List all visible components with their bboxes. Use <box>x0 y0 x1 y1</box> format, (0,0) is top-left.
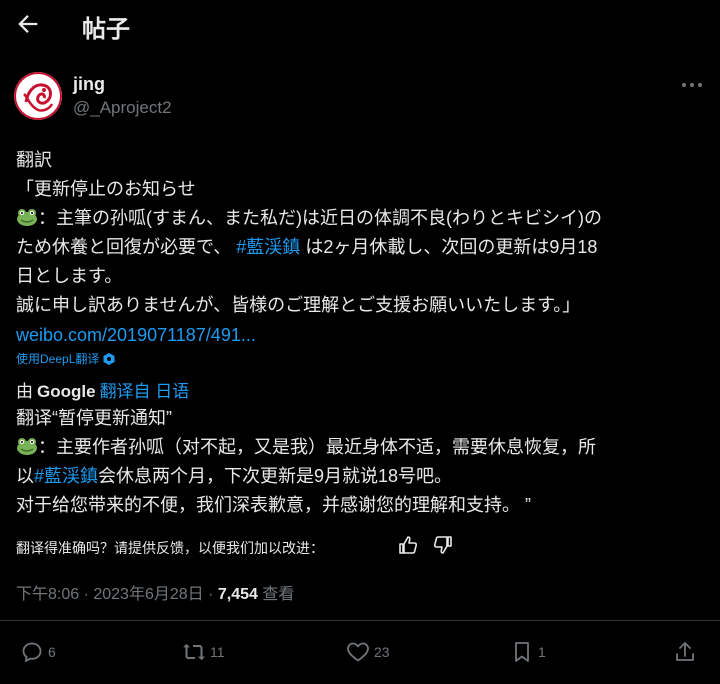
google-logo: Google <box>37 382 96 401</box>
view-count-label: 查看 <box>257 586 295 603</box>
author-name[interactable]: jing <box>73 74 105 95</box>
hashtag-link[interactable]: #藍渓鎮 <box>236 237 300 257</box>
deepl-icon <box>103 353 115 365</box>
post-line-text: ため休養と回復が必要で、 <box>16 237 232 257</box>
reply-icon <box>22 642 42 662</box>
repost-count: 11 <box>210 644 225 660</box>
translated-by-label: 由 <box>16 382 33 401</box>
like-button[interactable]: 23 <box>346 640 390 664</box>
translation-line-text: 以 <box>16 466 34 486</box>
reply-count: 6 <box>48 644 56 660</box>
post-line: 「更新停止のお知らせ <box>16 179 196 199</box>
post-metadata: 下午8:06 · 2023年6月28日 · 7,454 查看 <box>16 580 294 604</box>
post-line-text: ：主筆の孙呱(すまん、また私だ)は近日の体調不良(わりとキビシイ)の <box>38 208 602 228</box>
post-line: 誠に申し訳ありませんが、皆様のご理解とご支援お願いいたします。」 <box>16 295 581 315</box>
divider <box>0 620 720 621</box>
post-line: 日とします。 <box>16 266 123 286</box>
deepl-note-text: 使用DeepL翻译 <box>16 352 100 366</box>
bookmark-count: 1 <box>538 644 546 660</box>
thumbs-down-icon[interactable] <box>433 535 453 555</box>
post-line: ：主筆の孙呱(すまん、また私だ)は近日の体調不良(わりとキビシイ)の <box>16 204 706 233</box>
reply-button[interactable]: 6 <box>20 640 56 664</box>
hashtag-link[interactable]: #藍渓鎮 <box>34 466 98 486</box>
heart-icon <box>347 642 369 662</box>
post-line: ため休養と回復が必要で、 #藍渓鎮 は2ヶ月休載し、次回の更新は9月18 <box>16 233 706 262</box>
post-text: 翻訳 「更新停止のお知らせ ：主筆の孙呱(すまん、また私だ)は近日の体調不良(わ… <box>16 146 706 350</box>
share-icon <box>676 642 694 661</box>
translation-line-text: 会休息两个月，下次更新是9月就说18号吧。 <box>98 466 453 486</box>
repost-icon <box>183 643 205 661</box>
translation-bar: 由 Google 翻译自 日语 <box>16 377 189 402</box>
avatar-image <box>14 72 62 120</box>
translation-line: 翻译“暂停更新通知” <box>16 408 172 428</box>
like-count: 23 <box>374 644 390 660</box>
view-count: 7,454 <box>217 586 258 603</box>
post-timestamp[interactable]: 下午8:06 · 2023年6月28日 · <box>16 586 218 603</box>
more-options-icon[interactable] <box>680 80 704 90</box>
deepl-note[interactable]: 使用DeepL翻译 <box>16 350 116 367</box>
page-title: 帖子 <box>82 16 130 43</box>
post-line-text: は2ヶ月休載し、次回の更新は9月18 <box>305 237 598 257</box>
frog-emoji-icon <box>17 209 37 226</box>
thumbs-up-icon[interactable] <box>398 535 418 555</box>
translated-from-link[interactable]: 翻译自 日语 <box>100 382 190 401</box>
author-handle[interactable]: @_Aproject2 <box>73 98 172 118</box>
share-button[interactable] <box>673 640 697 664</box>
post-link[interactable]: weibo.com/2019071187/491... <box>16 321 706 350</box>
avatar[interactable] <box>14 72 62 120</box>
top-bar: 帖子 <box>0 0 720 52</box>
translation-line: 对于给您带来的不便，我们深表歉意，并感谢您的理解和支持。 ” <box>16 495 531 515</box>
translation-feedback-question: 翻译得准确吗？请提供反馈，以便我们加以改进： <box>16 540 324 556</box>
translation-line: 以#藍渓鎮会休息两个月，下次更新是9月就说18号吧。 <box>16 462 706 491</box>
bookmark-button[interactable]: 1 <box>510 640 546 664</box>
post-label: 翻訳 <box>16 150 52 170</box>
frog-emoji-icon <box>17 438 37 455</box>
translation-line: ：主要作者孙呱（对不起，又是我）最近身体不适，需要休息恢复，所 <box>16 433 706 462</box>
translation-text: 翻译“暂停更新通知” ：主要作者孙呱（对不起，又是我）最近身体不适，需要休息恢复… <box>16 404 706 520</box>
bookmark-icon <box>515 642 529 662</box>
translation-line-text: ：主要作者孙呱（对不起，又是我）最近身体不适，需要休息恢复，所 <box>38 437 596 457</box>
repost-button[interactable]: 11 <box>182 640 225 664</box>
back-arrow-icon[interactable] <box>14 10 42 38</box>
